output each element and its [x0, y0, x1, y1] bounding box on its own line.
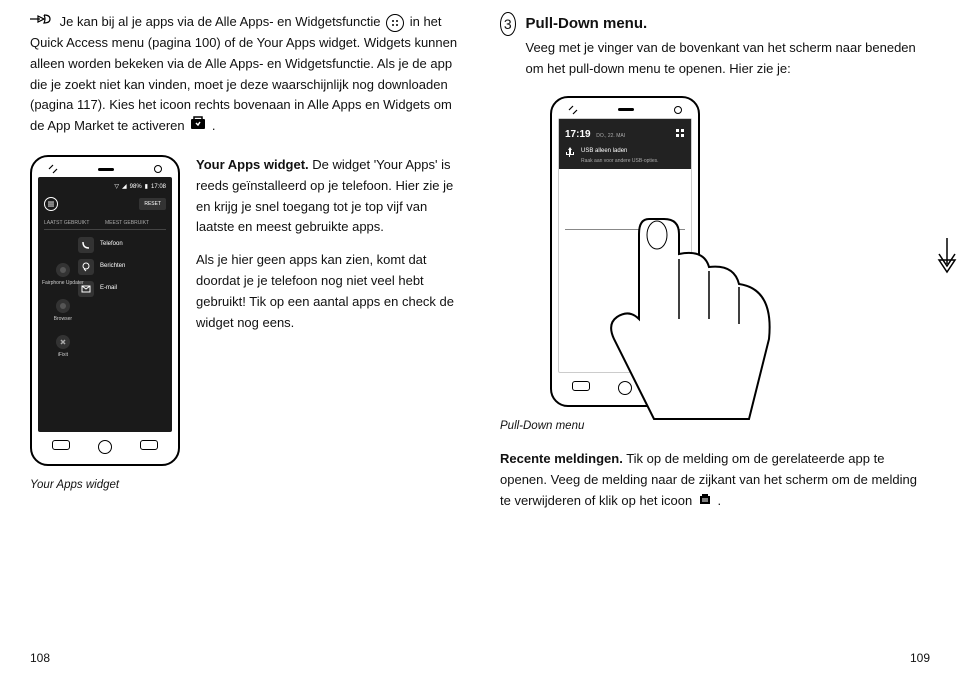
your-apps-paragraph: Your Apps widget. De widget 'Your Apps' … — [196, 155, 460, 238]
step-number: 3 — [500, 12, 516, 36]
nav-back-icon — [52, 440, 70, 450]
side-app: iFixit — [42, 335, 84, 359]
phone-icon — [78, 237, 94, 253]
tab-recent: LAATST GEBRUIKT — [44, 217, 105, 229]
usb-icon — [565, 147, 575, 157]
usb-notification: USB alleen laden Raak aan voor andere US… — [565, 147, 685, 165]
recent-notifications-paragraph: Recente meldingen. Tik op de melding om … — [500, 449, 930, 512]
app-market-icon — [190, 116, 206, 137]
finger-swipe-illustration — [599, 209, 779, 429]
trash-icon — [698, 491, 712, 512]
app-row: Telefoon — [78, 234, 166, 256]
expand-icon — [48, 164, 58, 174]
notification-time: 17:19 — [565, 129, 591, 140]
pointing-hand-icon — [30, 12, 52, 33]
tab-most-used: MEEST GEBRUIKT — [105, 217, 166, 229]
left-column: Je kan bij al je apps via de Alle Apps- … — [30, 12, 460, 512]
reset-button: RESET — [139, 198, 166, 210]
swipe-down-arrow-icon — [936, 236, 958, 276]
settings-grid-icon — [675, 128, 685, 138]
apps-grid-icon — [44, 197, 58, 211]
section-title: Pull-Down menu. — [526, 12, 931, 36]
no-apps-paragraph: Als je hier geen apps kan zien, komt dat… — [196, 250, 460, 333]
nav-recent-icon — [140, 440, 158, 450]
right-column: 3 Pull-Down menu. Veeg met je vinger van… — [500, 12, 930, 512]
side-app: Browser — [42, 299, 84, 323]
page-number-left: 108 — [30, 649, 50, 668]
nav-home-icon — [98, 440, 112, 454]
nav-back-icon — [572, 381, 590, 391]
pulldown-phone-illustration: 17:19 DO., 22. MAI USB alleen laden Raak… — [550, 96, 700, 407]
your-apps-phone-illustration: ▽◢ 98% ▮ 17:08 RESET LAATST GEB — [30, 155, 180, 494]
app-row: Berichten — [78, 256, 166, 278]
caption: Your Apps widget — [30, 476, 180, 494]
apps-grid-icon — [386, 14, 404, 32]
expand-icon — [568, 105, 578, 115]
intro-paragraph: Je kan bij al je apps via de Alle Apps- … — [30, 12, 460, 137]
app-row: E-mail — [78, 278, 166, 300]
notification-date: DO., 22. MAI — [596, 133, 625, 139]
side-app: Fairphone Updater — [42, 263, 84, 287]
page-number-right: 109 — [910, 649, 930, 668]
section-intro: Veeg met je vinger van de bovenkant van … — [526, 38, 931, 80]
